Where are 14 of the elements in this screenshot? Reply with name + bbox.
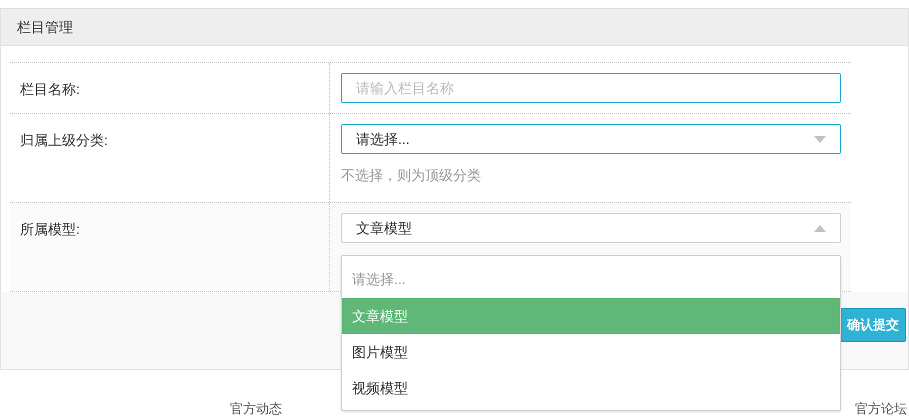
select-field[interactable]: 文章模型 [341,213,841,243]
footer-link[interactable]: 官方动态 [230,402,282,416]
input-field[interactable]: 请输入栏目名称 [341,73,841,103]
field-label: 所属模型: [20,221,80,237]
menu-option[interactable]: 图片模型 [342,334,840,370]
hint-text: 不选择，则为顶级分类 [341,167,481,183]
menu-option[interactable]: 视频模型 [342,370,840,406]
footer-link[interactable]: 官方论坛 [855,402,907,416]
caret-icon [814,224,826,232]
caret-icon [814,136,826,142]
field-label: 栏目名称: [20,81,80,97]
field-label: 归属上级分类: [20,132,108,148]
panel-title: 栏目管理 [17,18,73,36]
select-field[interactable]: 请选择... [341,124,841,154]
